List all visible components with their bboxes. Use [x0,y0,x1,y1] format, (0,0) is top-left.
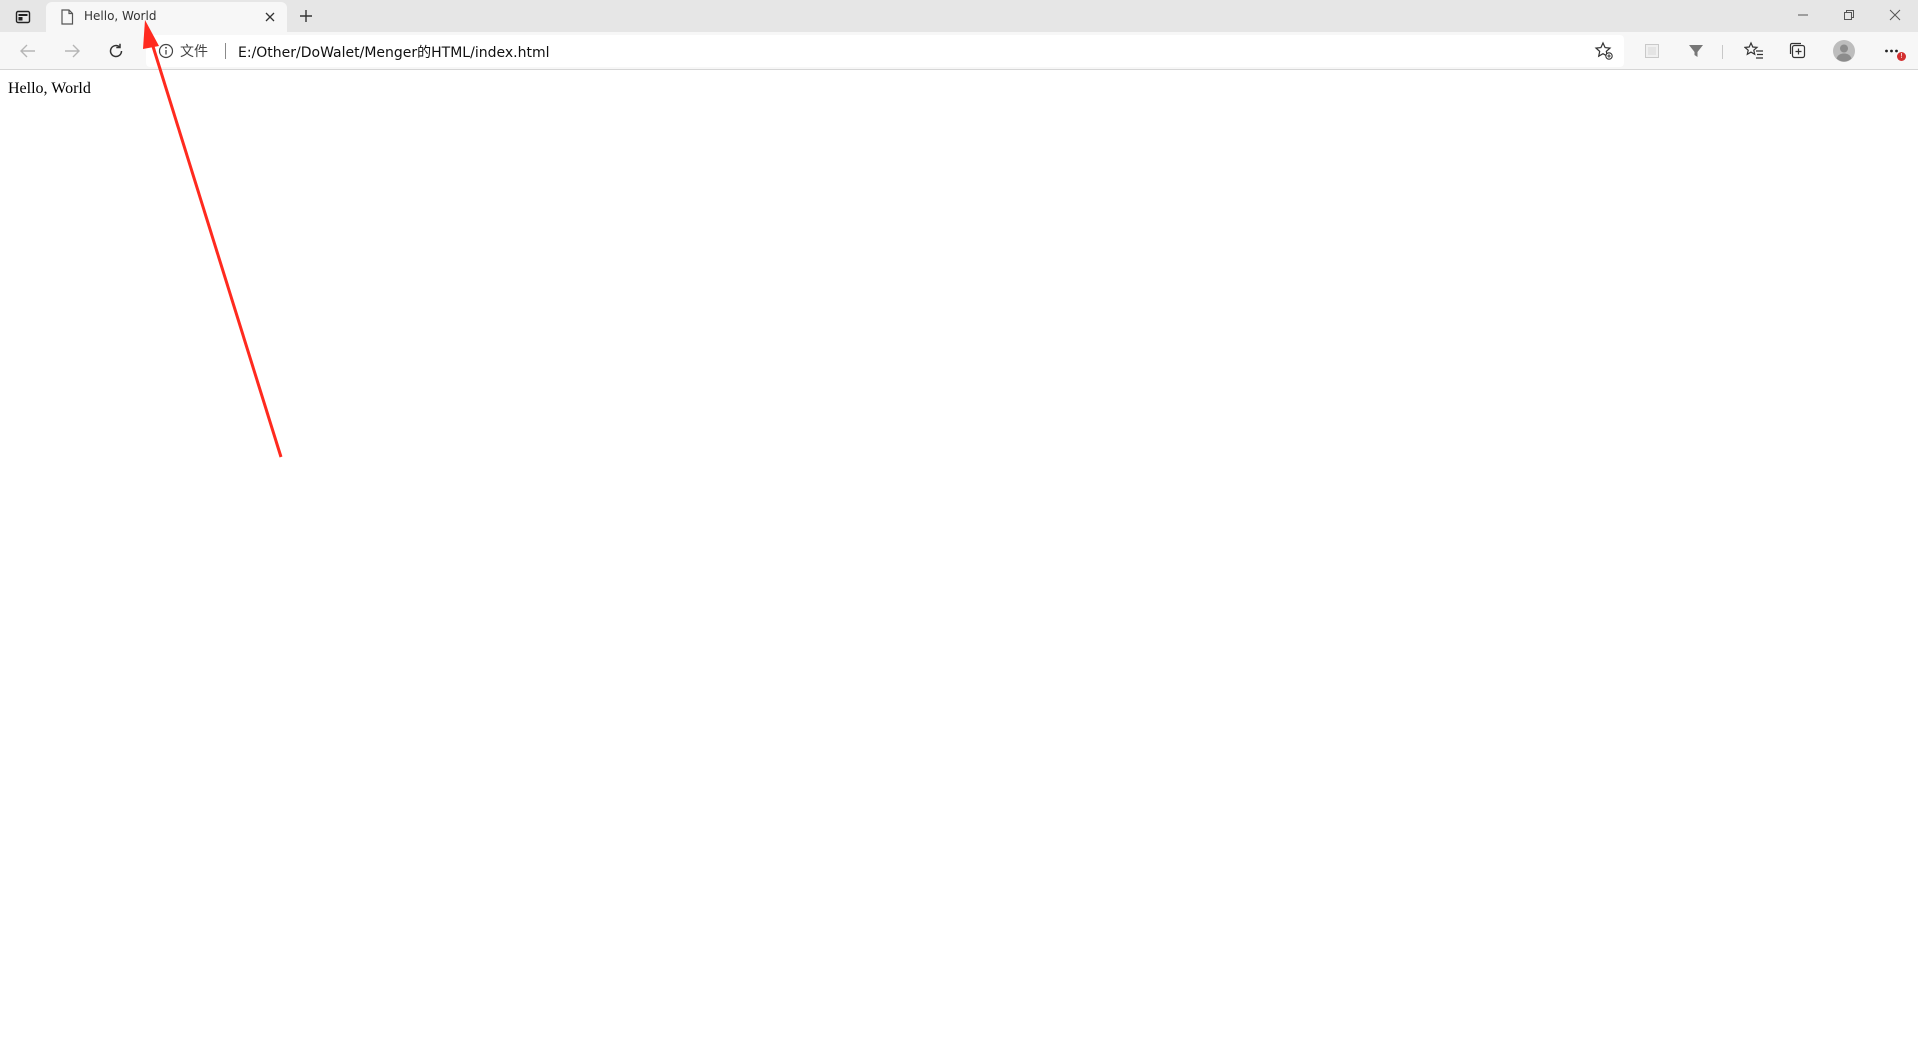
close-icon [265,12,275,22]
restore-button[interactable] [1826,0,1872,30]
address-separator [225,43,226,59]
active-tab[interactable]: Hello, World [46,2,287,32]
refresh-button[interactable] [102,37,130,65]
site-info-button[interactable]: 文件 [158,42,208,60]
document-icon [58,8,76,26]
back-button[interactable] [14,37,42,65]
minimize-button[interactable] [1780,0,1826,30]
page-content: Hello, World [0,70,1918,1040]
restore-icon [1844,10,1854,20]
close-icon [1889,9,1901,21]
new-tab-button[interactable] [293,3,319,29]
add-favorite-button[interactable] [1594,41,1614,61]
tab-actions-button[interactable] [10,4,36,30]
address-bar[interactable]: 文件 E:/Other/DoWalet/Menger的HTML/index.ht… [146,35,1624,67]
refresh-icon [109,43,123,58]
browser-toolbar: 文件 E:/Other/DoWalet/Menger的HTML/index.ht… [0,32,1918,70]
tab-close-button[interactable] [261,8,279,26]
extension-button[interactable] [1638,37,1666,65]
window-controls [1780,0,1918,30]
arrow-right-icon [65,44,80,58]
star-add-icon [1594,41,1613,60]
funnel-icon [1689,45,1703,57]
more-button[interactable]: ! [1878,37,1906,65]
collections-button[interactable] [1784,37,1812,65]
filter-extension-button[interactable] [1682,37,1710,65]
notification-badge: ! [1897,52,1906,61]
minimize-icon [1798,14,1808,16]
url-text[interactable]: E:/Other/DoWalet/Menger的HTML/index.html [238,42,549,62]
forward-button[interactable] [58,37,86,65]
plus-icon [300,10,312,22]
avatar-icon [1833,40,1855,62]
favorites-icon [1744,41,1763,59]
extension-icon [1645,44,1659,58]
arrow-left-icon [20,44,35,58]
window-close-button[interactable] [1872,0,1918,30]
site-info-label: 文件 [180,44,208,60]
favorites-button[interactable] [1740,37,1768,65]
collections-icon [1789,42,1806,59]
tab-actions-icon [15,10,31,24]
toolbar-separator [1722,45,1723,59]
tab-title: Hello, World [84,9,157,23]
profile-button[interactable] [1830,37,1858,65]
browser-window: Hello, World 文件 E:/Other/DoWalet/Menger的… [0,0,1918,1040]
info-icon [158,43,174,59]
tab-strip: Hello, World [0,0,1918,32]
page-text: Hello, World [8,80,91,97]
